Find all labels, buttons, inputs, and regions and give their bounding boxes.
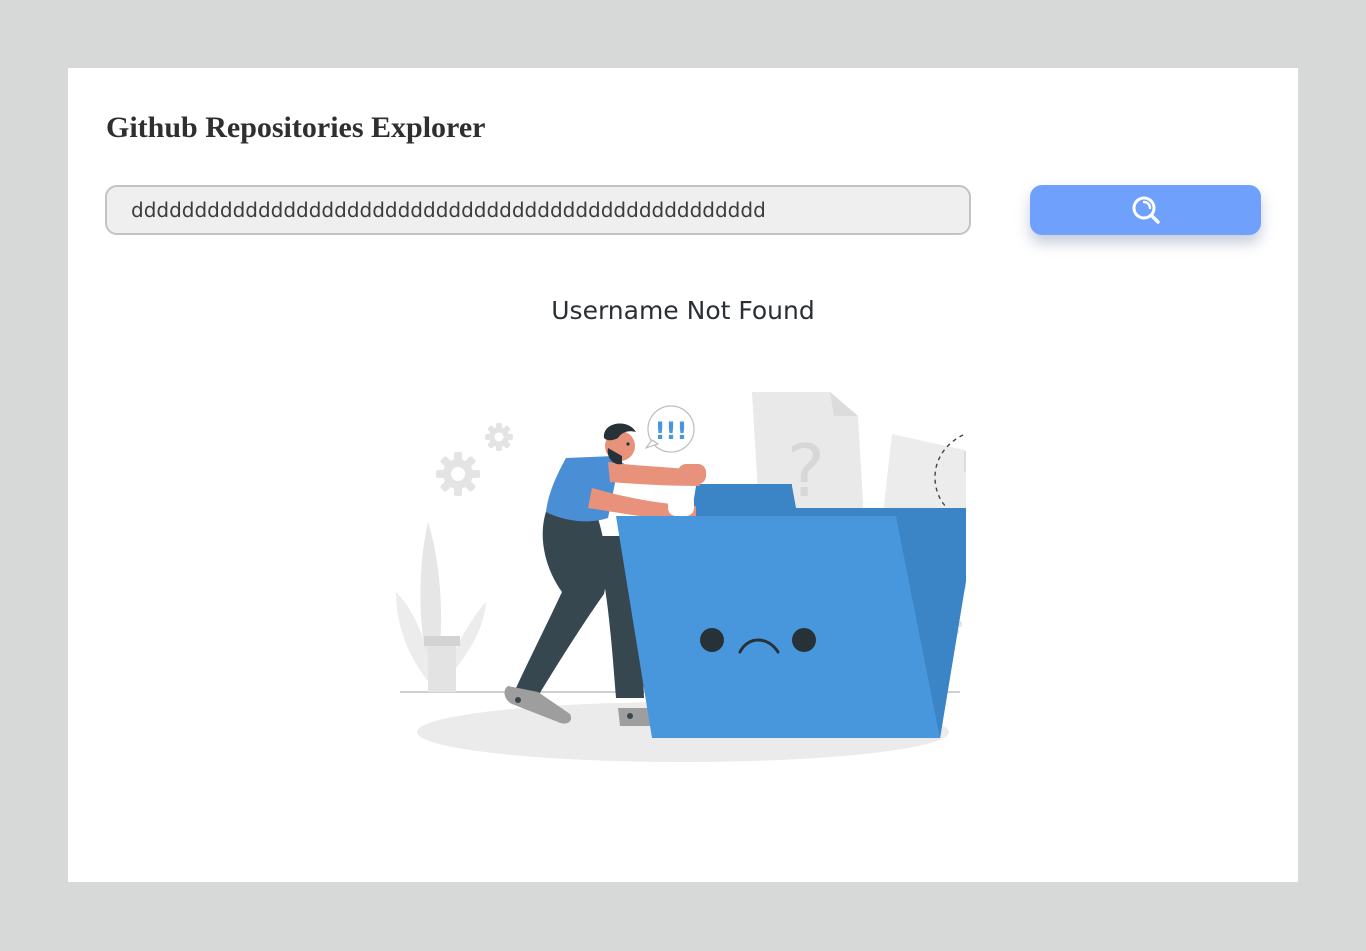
- speech-bubble-text: !!!: [655, 417, 688, 445]
- not-found-message: Username Not Found: [551, 296, 815, 325]
- search-icon: [1132, 196, 1160, 224]
- speech-bubble: !!!: [644, 405, 695, 453]
- folder-right-eye: [792, 628, 816, 652]
- username-search-input[interactable]: [105, 185, 971, 235]
- folder-left-eye: [700, 628, 724, 652]
- page-title: Github Repositories Explorer: [106, 111, 486, 144]
- folder-front: [616, 509, 966, 738]
- gear-icon-large: [436, 452, 480, 496]
- not-found-illustration: ? !!!: [396, 392, 966, 762]
- search-button[interactable]: [1030, 185, 1261, 235]
- main-card: Github Repositories Explorer Username No…: [68, 68, 1298, 882]
- gear-icon-small: [485, 423, 513, 451]
- plant-decoration: [396, 522, 486, 692]
